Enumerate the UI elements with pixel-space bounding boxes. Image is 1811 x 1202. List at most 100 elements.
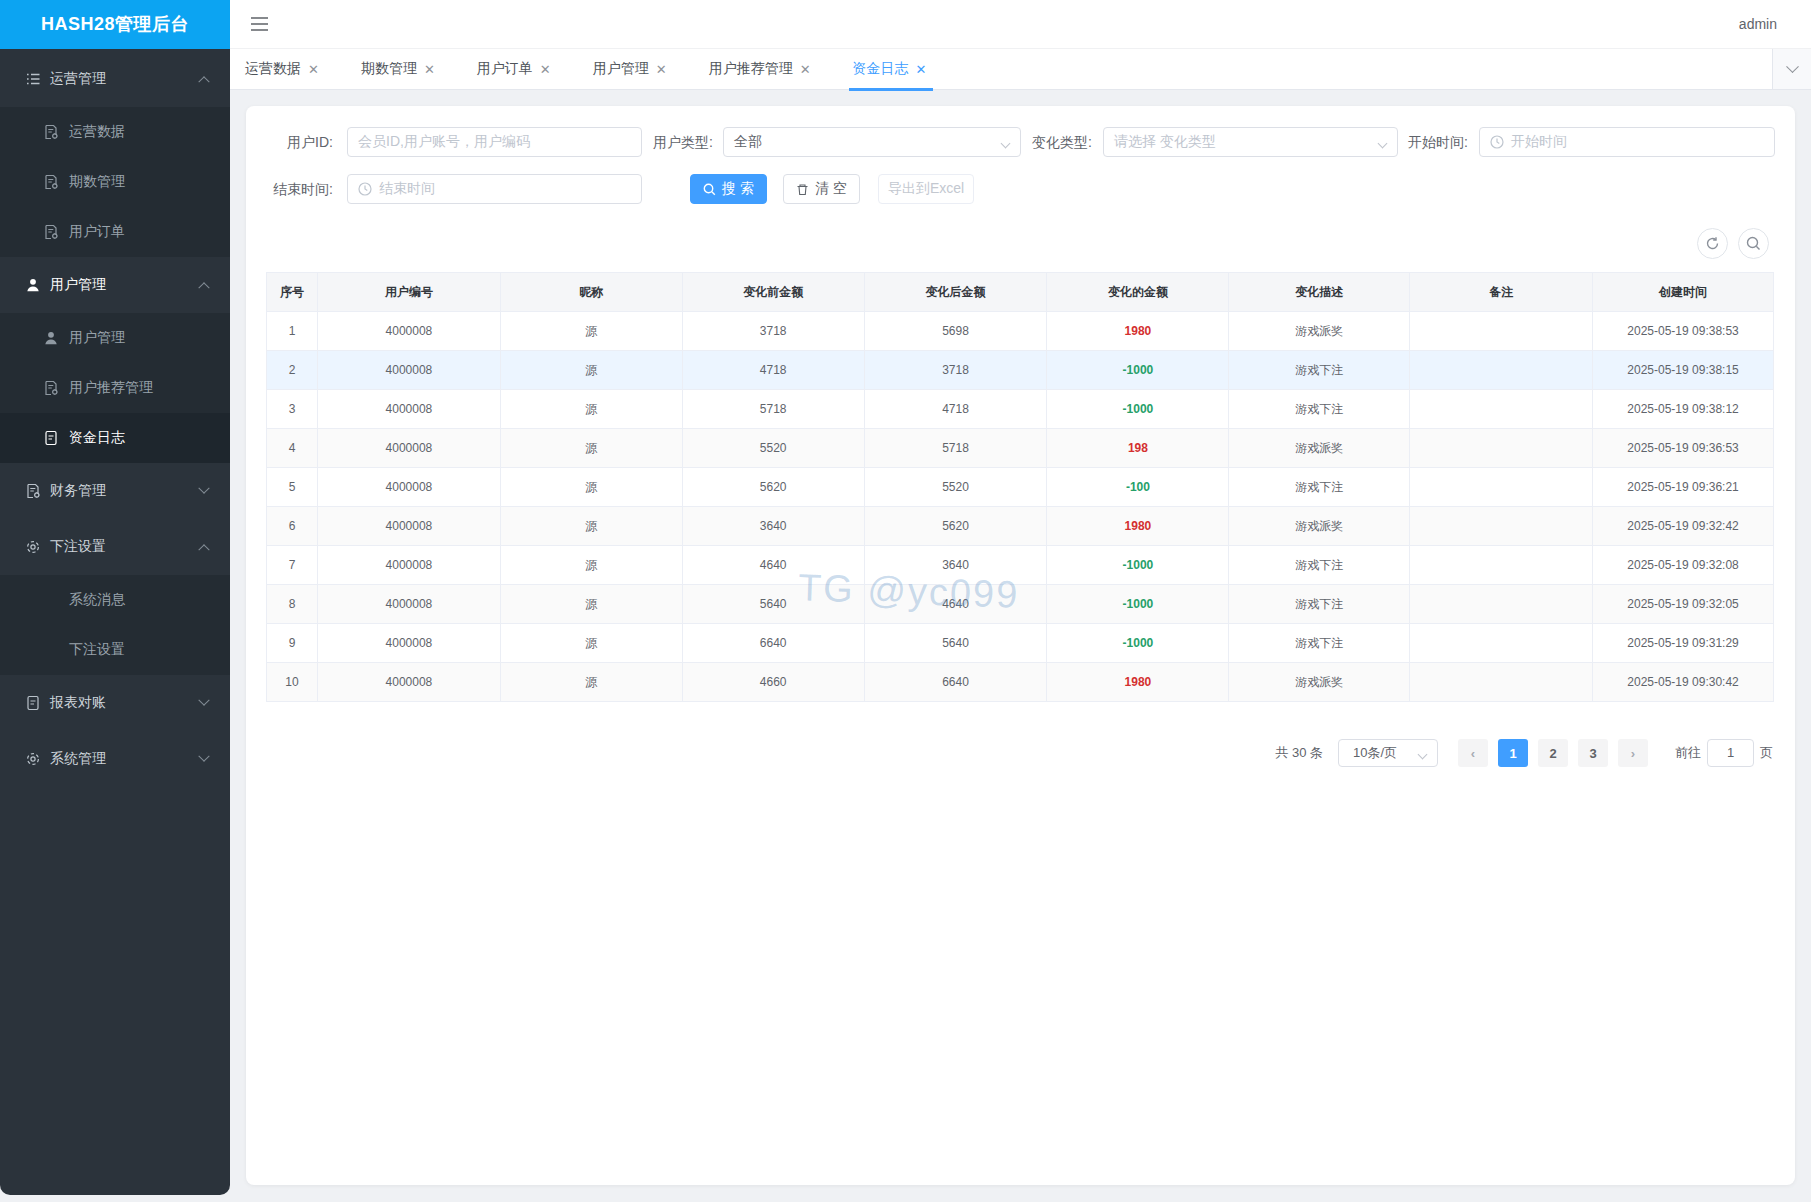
page-button-3[interactable]: 3 bbox=[1578, 739, 1608, 767]
sidebar-submenu: 运营数据期数管理用户订单 bbox=[0, 107, 230, 257]
prev-page-button[interactable]: ‹ bbox=[1458, 739, 1488, 767]
hamburger-menu-icon[interactable] bbox=[250, 16, 269, 32]
end-time-label: 结束时间: bbox=[246, 174, 335, 204]
table-cell: 源 bbox=[501, 546, 683, 585]
sidebar-item-用户管理[interactable]: 用户管理 bbox=[0, 257, 230, 313]
change-type-select[interactable]: 请选择 变化类型 bbox=[1103, 127, 1398, 157]
doc-gear-icon bbox=[43, 380, 59, 396]
doc-gear-icon bbox=[43, 124, 59, 140]
column-header: 备注 bbox=[1410, 273, 1593, 312]
watermark: TG @yc099 bbox=[797, 566, 1020, 617]
table-cell bbox=[1410, 312, 1593, 351]
table-row[interactable]: 74000008源46403640-1000游戏下注2025-05-19 09:… bbox=[267, 546, 1774, 585]
table-cell: 4000008 bbox=[318, 585, 501, 624]
main-panel: 用户ID: 会员ID,用户账号，用户编码 用户类型: 全部 变化类型: 请选择 … bbox=[246, 106, 1795, 1185]
sidebar-item-期数管理[interactable]: 期数管理 bbox=[0, 157, 230, 207]
table-cell: 源 bbox=[501, 585, 683, 624]
tab-overflow-button[interactable] bbox=[1772, 49, 1811, 89]
table-row[interactable]: 84000008源56404640-1000游戏下注2025-05-19 09:… bbox=[267, 585, 1774, 624]
end-time-input[interactable]: 结束时间 bbox=[347, 174, 642, 204]
tab-运营数据[interactable]: 运营数据✕ bbox=[245, 49, 319, 89]
table-row[interactable]: 44000008源55205718198游戏派奖2025-05-19 09:36… bbox=[267, 429, 1774, 468]
close-icon[interactable]: ✕ bbox=[800, 62, 811, 77]
list-icon bbox=[25, 71, 41, 87]
sidebar-item-财务管理[interactable]: 财务管理 bbox=[0, 463, 230, 519]
sidebar-item-用户订单[interactable]: 用户订单 bbox=[0, 207, 230, 257]
table-cell: 2025-05-19 09:36:21 bbox=[1593, 468, 1774, 507]
table-cell: 游戏派奖 bbox=[1229, 507, 1410, 546]
sidebar-item-报表对账[interactable]: 报表对账 bbox=[0, 675, 230, 731]
table-cell: 5520 bbox=[865, 468, 1048, 507]
table-cell: 4000008 bbox=[318, 468, 501, 507]
table-cell bbox=[1410, 663, 1593, 702]
tab-资金日志[interactable]: 资金日志✕ bbox=[853, 49, 927, 89]
table-cell: 游戏下注 bbox=[1229, 351, 1410, 390]
start-time-label: 开始时间: bbox=[1406, 127, 1468, 157]
tab-期数管理[interactable]: 期数管理✕ bbox=[361, 49, 435, 89]
table-cell: 4000008 bbox=[318, 546, 501, 585]
close-icon[interactable]: ✕ bbox=[916, 62, 927, 77]
page-button-1[interactable]: 1 bbox=[1498, 739, 1528, 767]
table-cell: 4000008 bbox=[318, 351, 501, 390]
table-row[interactable]: 104000008源466066401980游戏派奖2025-05-19 09:… bbox=[267, 663, 1774, 702]
table-cell: 源 bbox=[501, 312, 683, 351]
current-user[interactable]: admin bbox=[1739, 16, 1777, 32]
table-row[interactable]: 24000008源47183718-1000游戏下注2025-05-19 09:… bbox=[267, 351, 1774, 390]
doc-gear-icon bbox=[43, 174, 59, 190]
table-row[interactable]: 54000008源56205520-100游戏下注2025-05-19 09:3… bbox=[267, 468, 1774, 507]
table-cell: 游戏下注 bbox=[1229, 390, 1410, 429]
close-icon[interactable]: ✕ bbox=[540, 62, 551, 77]
sidebar-item-用户推荐管理[interactable]: 用户推荐管理 bbox=[0, 363, 230, 413]
doc-icon bbox=[25, 695, 41, 711]
tab-用户管理[interactable]: 用户管理✕ bbox=[593, 49, 667, 89]
table-header-row: 序号用户编号昵称变化前金额变化后金额变化的金额变化描述备注创建时间 bbox=[267, 273, 1774, 312]
goto-page-input[interactable]: 1 bbox=[1707, 739, 1754, 767]
table-cell: -1000 bbox=[1047, 351, 1229, 390]
table-row[interactable]: 34000008源57184718-1000游戏下注2025-05-19 09:… bbox=[267, 390, 1774, 429]
page-button-2[interactable]: 2 bbox=[1538, 739, 1568, 767]
table-cell: -1000 bbox=[1047, 624, 1229, 663]
sidebar-item-运营数据[interactable]: 运营数据 bbox=[0, 107, 230, 157]
sidebar-item-用户管理[interactable]: 用户管理 bbox=[0, 313, 230, 363]
table-cell: 5520 bbox=[683, 429, 865, 468]
export-excel-button[interactable]: 导出到Excel bbox=[878, 174, 974, 204]
sidebar-item-资金日志[interactable]: 资金日志 bbox=[0, 413, 230, 463]
table-cell: 4718 bbox=[865, 390, 1048, 429]
table-cell: 源 bbox=[501, 507, 683, 546]
table-row[interactable]: 14000008源371856981980游戏派奖2025-05-19 09:3… bbox=[267, 312, 1774, 351]
next-page-button[interactable]: › bbox=[1618, 739, 1648, 767]
user-id-input[interactable]: 会员ID,用户账号，用户编码 bbox=[347, 127, 642, 157]
table-cell: 5718 bbox=[865, 429, 1048, 468]
sidebar-item-系统消息[interactable]: 系统消息 bbox=[0, 575, 230, 625]
table-cell: 3718 bbox=[683, 312, 865, 351]
table-cell: 9 bbox=[267, 624, 318, 663]
page-size-select[interactable]: 10条/页 bbox=[1338, 739, 1438, 767]
table-row[interactable]: 94000008源66405640-1000游戏下注2025-05-19 09:… bbox=[267, 624, 1774, 663]
search-button[interactable]: 搜 索 bbox=[690, 174, 767, 204]
user-icon bbox=[25, 277, 41, 293]
column-header: 昵称 bbox=[501, 273, 683, 312]
funds-log-table: 序号用户编号昵称变化前金额变化后金额变化的金额变化描述备注创建时间1400000… bbox=[266, 272, 1774, 702]
close-icon[interactable]: ✕ bbox=[308, 62, 319, 77]
table-row[interactable]: 64000008源364056201980游戏派奖2025-05-19 09:3… bbox=[267, 507, 1774, 546]
sidebar-item-下注设置[interactable]: 下注设置 bbox=[0, 625, 230, 675]
close-icon[interactable]: ✕ bbox=[424, 62, 435, 77]
search-column-button[interactable] bbox=[1738, 228, 1769, 259]
chevron-up-icon bbox=[198, 76, 209, 87]
sidebar-item-下注设置[interactable]: 下注设置 bbox=[0, 519, 230, 575]
tab-用户订单[interactable]: 用户订单✕ bbox=[477, 49, 551, 89]
column-header: 变化描述 bbox=[1229, 273, 1410, 312]
table-cell bbox=[1410, 390, 1593, 429]
sidebar-item-系统管理[interactable]: 系统管理 bbox=[0, 731, 230, 787]
user-type-select[interactable]: 全部 bbox=[723, 127, 1021, 157]
chevron-down-icon bbox=[198, 695, 209, 706]
clear-button[interactable]: 清 空 bbox=[783, 174, 860, 204]
table-cell: 6 bbox=[267, 507, 318, 546]
column-header: 变化前金额 bbox=[683, 273, 865, 312]
start-time-input[interactable]: 开始时间 bbox=[1479, 127, 1775, 157]
sidebar-item-运营管理[interactable]: 运营管理 bbox=[0, 51, 230, 107]
tab-用户推荐管理[interactable]: 用户推荐管理✕ bbox=[709, 49, 811, 89]
close-icon[interactable]: ✕ bbox=[656, 62, 667, 77]
table-cell: 5620 bbox=[865, 507, 1048, 546]
refresh-button[interactable] bbox=[1697, 228, 1728, 259]
